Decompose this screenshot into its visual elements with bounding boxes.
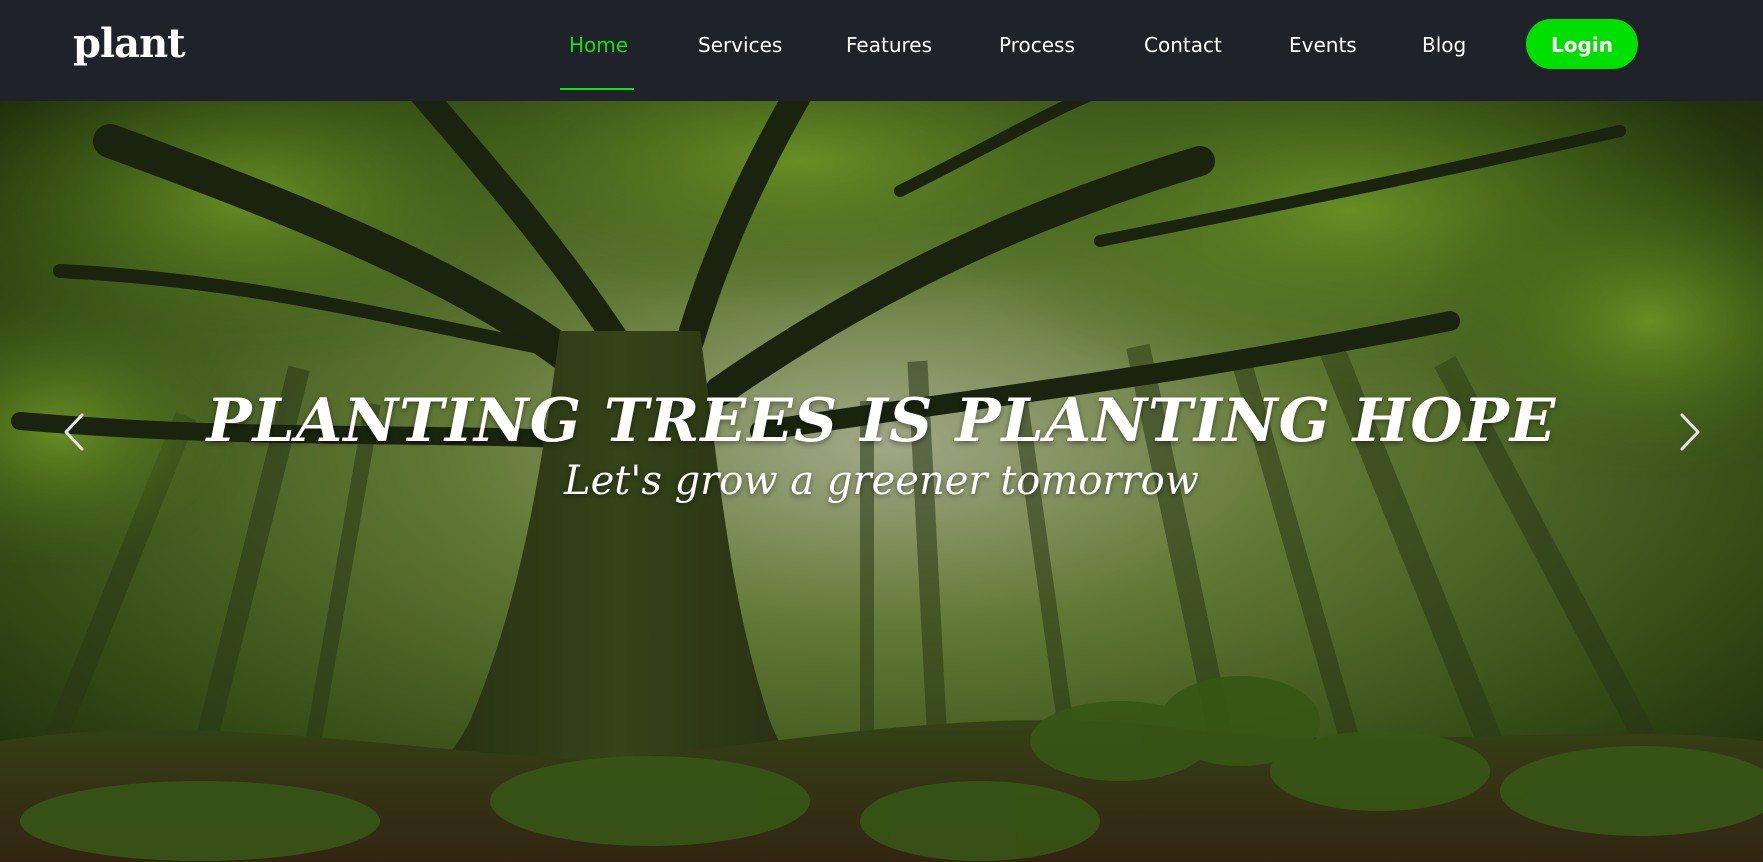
- login-button[interactable]: Login: [1526, 19, 1638, 69]
- page: plant Home Services Features Process Con…: [0, 0, 1763, 862]
- nav-item-blog[interactable]: Blog: [1422, 30, 1466, 60]
- hero-subtitle: Let's grow a greener tomorrow: [564, 458, 1199, 504]
- nav-item-home[interactable]: Home: [569, 30, 628, 60]
- nav-item-services[interactable]: Services: [698, 30, 782, 60]
- nav-item-events[interactable]: Events: [1289, 30, 1357, 60]
- main-nav: Home Services Features Process Contact E…: [0, 0, 1763, 101]
- nav-item-contact[interactable]: Contact: [1144, 30, 1222, 60]
- nav-item-process[interactable]: Process: [999, 30, 1075, 60]
- active-nav-underline: [560, 88, 634, 90]
- nav-item-features[interactable]: Features: [846, 30, 932, 60]
- hero-carousel: PLANTING TREES IS PLANTING HOPE Let's gr…: [0, 101, 1763, 862]
- hero-title: PLANTING TREES IS PLANTING HOPE: [206, 386, 1557, 456]
- top-navbar: plant Home Services Features Process Con…: [0, 0, 1763, 101]
